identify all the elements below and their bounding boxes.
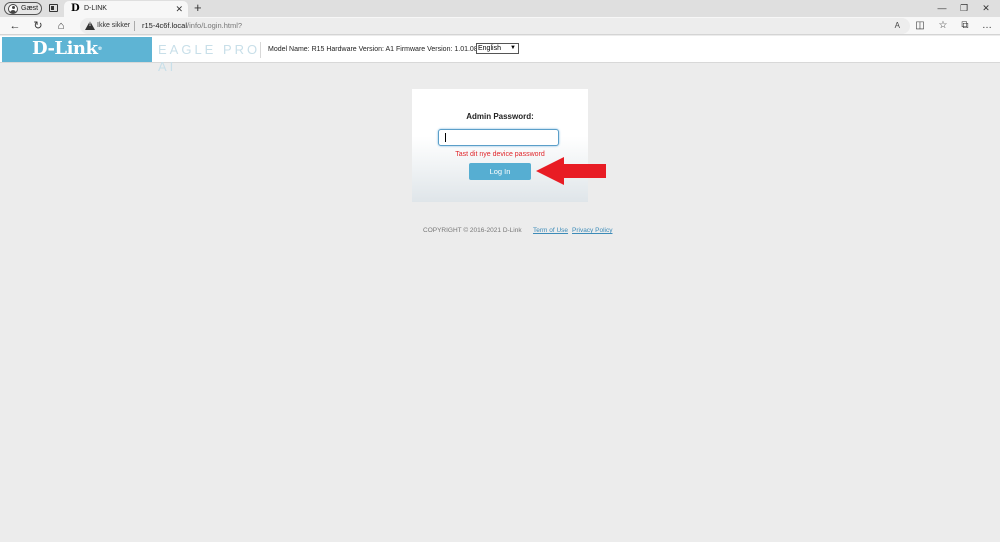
url-path: /info/Login.html?	[187, 21, 243, 30]
new-tab-icon[interactable]: +	[194, 0, 202, 16]
admin-password-label: Admin Password:	[466, 112, 534, 121]
split-screen-icon[interactable]: ◫	[913, 20, 927, 32]
guest-profile-icon	[8, 4, 18, 14]
home-icon[interactable]: ⌂	[54, 19, 68, 33]
privacy-policy-link[interactable]: Privacy Policy	[572, 226, 612, 236]
text-caret	[445, 133, 446, 142]
logo-registered-mark: ®	[97, 46, 102, 52]
browser-tab-bar: Gæst D D-LINK ✕ + — ❐ ✕	[0, 0, 1000, 17]
url-separator	[134, 21, 135, 31]
profile-label: Gæst	[21, 5, 39, 12]
tab-dlink[interactable]: D D-LINK ✕	[64, 1, 188, 17]
dlink-logo: D-Link®	[2, 37, 152, 62]
security-label[interactable]: Ikke sikker	[97, 20, 130, 32]
url-host: r15-4c6f.local	[142, 21, 188, 30]
read-aloud-icon[interactable]: A	[895, 20, 900, 32]
banner-divider	[260, 42, 261, 58]
profile-button[interactable]: Gæst	[4, 2, 42, 15]
copyright-text: COPYRIGHT © 2016-2021 D-Link	[423, 227, 522, 234]
window-restore-icon[interactable]: ❐	[958, 2, 970, 14]
more-options-icon[interactable]: …	[980, 20, 994, 32]
product-name: EAGLE PRO AI	[158, 42, 261, 74]
dlink-favicon-icon: D	[71, 3, 80, 14]
page-footer: COPYRIGHT © 2016-2021 D-Link Term of Use…	[0, 226, 1000, 236]
router-header: D-Link® EAGLE PRO AI Model Name: R15 Har…	[0, 36, 1000, 74]
chevron-down-icon: ▼	[510, 45, 516, 51]
login-panel: Admin Password: Tast dit nye device pass…	[412, 89, 588, 202]
window-minimize-icon[interactable]: —	[936, 2, 948, 14]
window-close-icon[interactable]: ✕	[980, 2, 992, 14]
logo-wordmark: D-Link	[32, 38, 98, 59]
url-text: r15-4c6f.local/info/Login.html?	[142, 20, 242, 32]
product-banner: EAGLE PRO AI	[152, 37, 262, 74]
language-select[interactable]: English ▼	[476, 43, 519, 54]
device-info: Model Name: R15 Hardware Version: A1 Fir…	[268, 46, 478, 53]
back-icon[interactable]: ←	[8, 19, 22, 33]
browser-address-bar: ← ↻ ⌂ Ikke sikker r15-4c6f.local/info/Lo…	[0, 17, 1000, 35]
login-button[interactable]: Log In	[469, 163, 531, 180]
not-secure-warning-icon	[85, 21, 95, 30]
favorites-icon[interactable]: ☆	[936, 20, 950, 32]
router-page: D-Link® EAGLE PRO AI Model Name: R15 Har…	[0, 36, 1000, 542]
url-field[interactable]: Ikke sikker r15-4c6f.local/info/Login.ht…	[80, 18, 910, 34]
collections-icon[interactable]: ⧉	[958, 20, 972, 32]
red-arrow-annotation-icon	[536, 157, 606, 185]
reload-icon[interactable]: ↻	[31, 19, 45, 33]
admin-password-input[interactable]	[438, 129, 559, 146]
tab-close-icon[interactable]: ✕	[175, 3, 183, 15]
tab-actions-icon[interactable]	[49, 4, 58, 12]
language-selected: English	[478, 45, 501, 52]
terms-of-use-link[interactable]: Term of Use	[533, 226, 568, 236]
arrow-shape	[536, 157, 606, 185]
logo-text: D-Link®	[32, 37, 102, 61]
tab-title: D-LINK	[84, 5, 107, 12]
